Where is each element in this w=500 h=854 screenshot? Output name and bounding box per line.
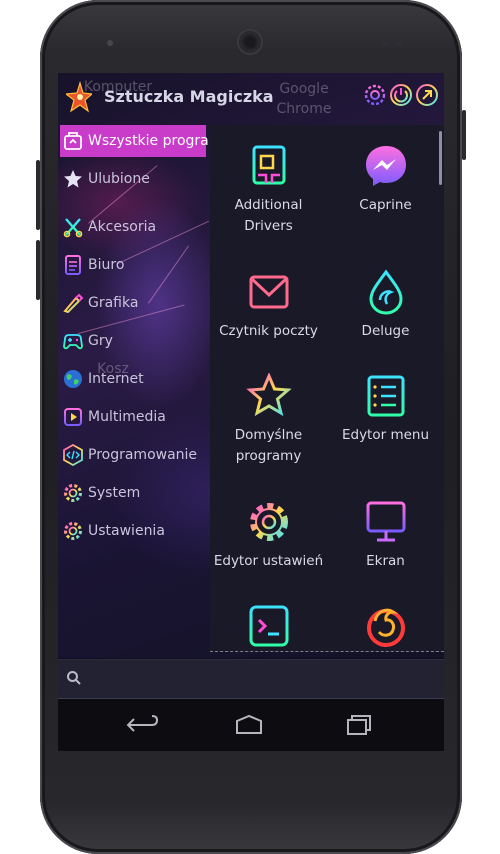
app-label: Czytnik poczty (219, 323, 318, 339)
volume-button-2 (36, 240, 40, 300)
app-label: Additional Drivers (234, 197, 303, 234)
app-grid: Additional Drivers Caprine Czytnik poczt… (210, 125, 444, 652)
gear-icon (64, 484, 82, 502)
star-icon (64, 170, 82, 188)
recents-icon[interactable] (336, 711, 376, 739)
back-icon[interactable] (122, 711, 162, 739)
globe-icon (64, 370, 82, 388)
graphics-icon (63, 293, 84, 314)
category-label: Multimedia (88, 409, 166, 425)
light-sensor (396, 40, 402, 46)
app-title: Sztuczka Magiczka (104, 87, 274, 106)
category-system[interactable]: System (60, 477, 206, 509)
magic-star-logo-icon (66, 81, 92, 113)
app-deluge[interactable]: Deluge (327, 269, 444, 342)
app-caprine[interactable]: Caprine (327, 143, 444, 216)
chip-icon (252, 145, 285, 185)
app-label: Edytor ustawień (213, 553, 324, 569)
camera-sensor (107, 40, 113, 46)
multimedia-icon (64, 408, 82, 426)
list-icon (367, 375, 404, 417)
settings-icon[interactable] (363, 83, 387, 107)
app-label: Domyślne programy (234, 427, 303, 464)
category-label: Grafika (88, 295, 139, 311)
star-icon (245, 373, 292, 417)
app-terminal[interactable] (210, 603, 327, 652)
category-grafika[interactable]: Grafika (60, 287, 206, 319)
earpiece-speaker (239, 31, 261, 53)
messenger-icon (365, 146, 406, 186)
screen: Komputer Google Chrome Kosz Sztuczka Mag… (58, 73, 444, 751)
app-firefox[interactable] (327, 603, 444, 652)
firefox-icon (366, 608, 405, 647)
app-ekran[interactable]: Ekran (327, 499, 444, 572)
navigation-bar (58, 699, 444, 751)
category-gry[interactable]: Gry (60, 325, 206, 357)
gear-icon (249, 503, 288, 541)
all-programs-icon (64, 132, 82, 150)
home-icon[interactable] (229, 711, 269, 739)
app-czytnik-poczty[interactable]: Czytnik poczty (210, 269, 327, 342)
category-label: Ulubione (88, 171, 150, 187)
monitor-icon (366, 501, 405, 542)
category-label: Biuro (88, 257, 125, 273)
mail-icon (249, 275, 288, 309)
app-additional-drivers[interactable]: Additional Drivers (210, 143, 327, 237)
app-label: Ekran (366, 553, 405, 569)
category-label: Akcesoria (88, 219, 157, 235)
category-label: Ustawienia (88, 523, 165, 539)
volume-button (36, 160, 40, 230)
gamepad-icon (63, 334, 83, 350)
category-label: Programowanie (88, 447, 198, 463)
proximity-sensor (382, 40, 388, 46)
app-edytor-ustawien[interactable]: Edytor ustawień (210, 499, 327, 572)
app-domyslne-programy[interactable]: Domyślne programy (210, 373, 327, 467)
category-label: System (88, 485, 141, 501)
code-icon (63, 444, 83, 466)
power-button (462, 110, 466, 160)
terminal-icon (249, 605, 288, 647)
accessories-icon (63, 218, 83, 238)
category-akcesoria[interactable]: Akcesoria (60, 211, 206, 243)
category-ustawienia[interactable]: Ustawienia (60, 515, 206, 547)
app-label: Caprine (359, 197, 412, 213)
app-label: Edytor menu (341, 427, 430, 443)
category-label: Gry (88, 333, 113, 349)
power-icon[interactable] (389, 83, 413, 107)
gear-icon (64, 522, 82, 540)
category-multimedia[interactable]: Multimedia (60, 401, 206, 433)
external-icon[interactable] (415, 83, 439, 107)
category-label: Internet (88, 371, 144, 387)
category-internet[interactable]: Internet (60, 363, 206, 395)
app-edytor-menu[interactable]: Edytor menu (327, 373, 444, 446)
search-icon (67, 671, 81, 685)
menu-header: Sztuczka Magiczka (58, 73, 444, 123)
app-label: Deluge (361, 323, 410, 339)
droplet-icon (368, 269, 403, 315)
grid-bottom-divider (210, 651, 444, 652)
category-biuro[interactable]: Biuro (60, 249, 206, 281)
office-icon (65, 255, 81, 275)
category-programowanie[interactable]: Programowanie (60, 439, 206, 471)
search-bar[interactable] (58, 659, 444, 700)
category-all-programs[interactable]: Wszystkie programy (60, 125, 231, 157)
category-ulubione[interactable]: Ulubione (60, 163, 206, 195)
search-input[interactable] (90, 666, 434, 692)
